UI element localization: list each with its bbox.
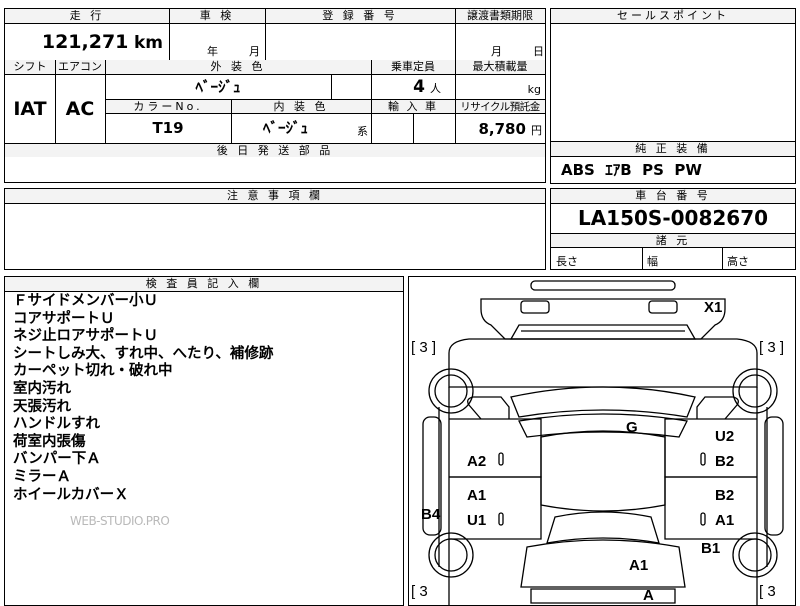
- mileage-number: 121,271: [41, 31, 129, 53]
- damage-label-right-rear-door-bottom: A1: [715, 512, 735, 529]
- vehicle-info-grid: 走 行 車 検 登 録 番 号 譲渡書類期限 121,271 km 年 月 月 …: [4, 8, 546, 158]
- inspector-list: Ｆサイドメンバー小Ｕ コアサポートＵ ネジ止ロアサポートＵ シートしみ大、すれ中…: [13, 293, 273, 504]
- transfer-date: 月 日: [455, 24, 545, 60]
- inspection-month-label: 月: [249, 45, 260, 58]
- bracket-top-right: [ 3 ]: [759, 339, 785, 356]
- notes-box: 注 意 事 項 欄: [4, 188, 546, 270]
- length-label: 長さ: [556, 255, 578, 267]
- import-header: 輸 入 車: [371, 99, 455, 114]
- damage-label-left-rear-door-top: A1: [467, 487, 487, 504]
- sales-point-header: セールスポイント: [551, 9, 795, 24]
- inspection-year-label: 年: [207, 45, 218, 58]
- dims-header: 諸 元: [551, 233, 795, 248]
- inspection-date: 年 月: [169, 24, 265, 60]
- mileage-header: 走 行: [5, 9, 169, 24]
- transfer-header: 譲渡書類期限: [455, 9, 545, 24]
- recycle-unit: 円: [531, 124, 542, 137]
- damage-label-rear-bumper: A: [643, 587, 654, 604]
- list-item: ミラーＡ: [13, 468, 71, 485]
- list-item: バンパー下Ａ: [13, 451, 101, 468]
- ac-value: AC: [65, 98, 95, 120]
- equipment-header: 純 正 装 備: [551, 142, 795, 157]
- equipment-value: ABS ｴｱB PS PW: [561, 161, 702, 179]
- later-parts-header: 後 日 発 送 部 品: [5, 143, 545, 158]
- damage-label-roof: G: [626, 419, 638, 436]
- car-diagram-box: X1 [ 3 ] [ 3 ] [ 3 [ 3 G A2 U2 B2 A1 U1 …: [408, 276, 796, 606]
- list-item: カーペット切れ・破れ中: [13, 363, 173, 380]
- color-no-value: T19: [152, 119, 184, 137]
- bracket-top-left: [ 3 ]: [411, 339, 437, 356]
- capacity-value: 4: [413, 77, 425, 97]
- capacity-value-cell: 4 人: [371, 75, 455, 99]
- recycle-value: 8,780: [478, 120, 526, 138]
- ac-header: エアコン: [55, 60, 105, 75]
- damage-label-x1: X1: [704, 299, 723, 316]
- capacity-header: 乗車定員: [371, 60, 455, 75]
- damage-label-left-side: B4: [421, 506, 441, 523]
- mileage-value: 121,271 km: [5, 24, 169, 60]
- inspection-header: 車 検: [169, 9, 265, 24]
- list-item: ハンドルすれ: [13, 416, 100, 433]
- sales-point-box: セールスポイント: [550, 8, 796, 142]
- interior-color-suffix: 系: [357, 125, 368, 138]
- equipment-box: 純 正 装 備 ABS ｴｱB PS PW: [550, 141, 796, 184]
- bracket-bottom-right: [ 3: [759, 583, 776, 600]
- damage-label-left-front-door: A2: [467, 453, 487, 470]
- notes-header: 注 意 事 項 欄: [5, 189, 545, 204]
- transfer-month-label: 月: [491, 45, 502, 58]
- transfer-day-label: 日: [533, 45, 544, 58]
- chassis-header: 車 台 番 号: [551, 189, 795, 204]
- damage-label-right-rear-wheel: B1: [701, 540, 721, 557]
- damage-label-right-front-door-bottom: B2: [715, 453, 735, 470]
- list-item: 天張汚れ: [13, 398, 71, 415]
- recycle-header: リサイクル預託金: [455, 99, 545, 114]
- registration-header: 登 録 番 号: [265, 9, 455, 24]
- interior-color-cell: ﾍﾞｰｼﾞｭ 系: [231, 114, 371, 143]
- inspector-header: 検 査 員 記 入 欄: [5, 277, 403, 292]
- damage-label-right-rear-door-top: B2: [715, 487, 735, 504]
- color-no-header: カラーNo.: [105, 99, 231, 114]
- width-label: 幅: [647, 255, 658, 267]
- shift-header: シフト: [5, 60, 55, 75]
- later-parts-body: [4, 157, 546, 183]
- exterior-color-header: 外 装 色: [105, 60, 371, 75]
- chassis-box: 車 台 番 号 LA150S-0082670 諸 元 長さ 幅 高さ: [550, 188, 796, 270]
- capacity-unit: 人: [430, 82, 441, 95]
- height-label: 高さ: [727, 255, 749, 267]
- chassis-value: LA150S-0082670: [577, 206, 769, 230]
- interior-color-value: ﾍﾞｰｼﾞｭ: [263, 119, 309, 137]
- watermark: WEB-STUDIO.PRO: [70, 514, 170, 528]
- mileage-unit: km: [133, 33, 163, 53]
- bracket-bottom-left: [ 3: [411, 583, 428, 600]
- list-item: ネジ止ロアサポートＵ: [13, 328, 158, 345]
- interior-color-header: 内 装 色: [231, 99, 371, 114]
- list-item: 荷室内張傷: [13, 433, 86, 450]
- list-item: 室内汚れ: [13, 380, 71, 397]
- list-item: ホイールカバーＸ: [13, 486, 129, 503]
- damage-label-right-front-door-top: U2: [715, 428, 735, 445]
- list-item: Ｆサイドメンバー小Ｕ: [13, 293, 158, 309]
- list-item: コアサポートＵ: [13, 310, 115, 327]
- exterior-color-value: ﾍﾞｰｼﾞｭ: [195, 78, 241, 96]
- damage-label-left-rear-door-bottom: U1: [467, 512, 487, 529]
- recycle-value-cell: 8,780 円: [455, 114, 545, 143]
- list-item: シートしみ大、すれ中、へたり、補修跡: [13, 345, 274, 362]
- inspector-box: 検 査 員 記 入 欄 Ｆサイドメンバー小Ｕ コアサポートＵ ネジ止ロアサポート…: [4, 276, 404, 606]
- shift-value: IAT: [13, 98, 47, 120]
- damage-label-rear-panel: A1: [629, 557, 649, 574]
- max-load-header: 最大積載量: [455, 60, 545, 75]
- max-load-unit: kg: [527, 83, 541, 96]
